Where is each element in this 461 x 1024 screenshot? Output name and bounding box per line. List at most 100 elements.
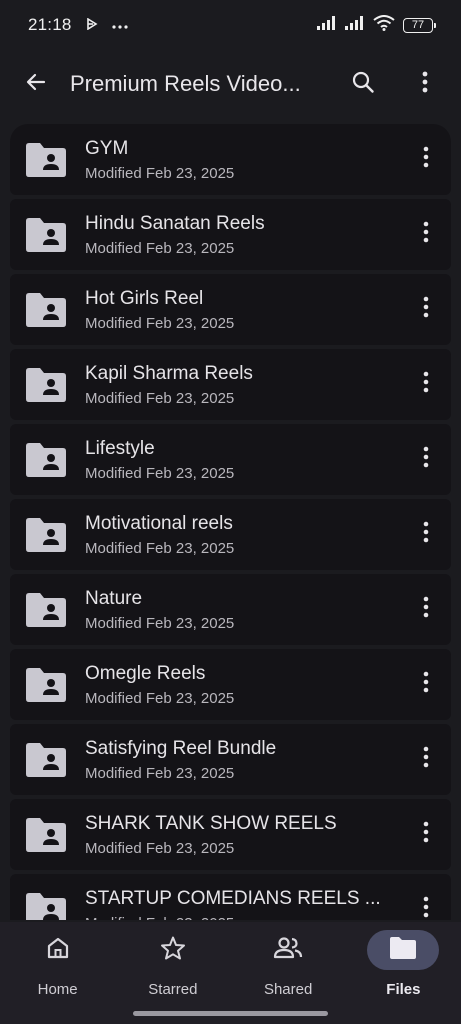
shared-people-icon bbox=[273, 935, 303, 966]
nav-starred[interactable]: Starred bbox=[115, 922, 230, 1024]
more-vert-icon bbox=[423, 146, 429, 173]
battery-icon: 77 bbox=[403, 17, 436, 33]
home-icon bbox=[45, 935, 71, 966]
nav-shared[interactable]: Shared bbox=[231, 922, 346, 1024]
item-more-button[interactable] bbox=[405, 286, 447, 334]
list-item-text: SHARK TANK SHOW REELS Modified Feb 23, 2… bbox=[85, 812, 405, 858]
folder-icon bbox=[389, 936, 417, 965]
shared-folder-icon bbox=[24, 592, 68, 628]
list-item[interactable]: Nature Modified Feb 23, 2025 bbox=[10, 574, 451, 645]
list-item[interactable]: Omegle Reels Modified Feb 23, 2025 bbox=[10, 649, 451, 720]
folder-modified-date: Modified Feb 23, 2025 bbox=[85, 764, 235, 782]
search-icon bbox=[351, 70, 375, 99]
list-item[interactable]: Satisfying Reel Bundle Modified Feb 23, … bbox=[10, 724, 451, 795]
list-item[interactable]: GYM Modified Feb 23, 2025 bbox=[10, 124, 451, 195]
gesture-bar bbox=[133, 1011, 328, 1016]
battery-level: 77 bbox=[411, 19, 425, 31]
shared-folder-icon bbox=[24, 817, 68, 853]
list-item-text: Motivational reels Modified Feb 23, 2025 bbox=[85, 512, 405, 558]
folder-modified-date: Modified Feb 23, 2025 bbox=[85, 389, 235, 407]
more-vert-icon bbox=[422, 71, 428, 98]
list-item-text: Satisfying Reel Bundle Modified Feb 23, … bbox=[85, 737, 405, 783]
app-bar: Premium Reels Video... bbox=[0, 52, 461, 116]
folder-name: Kapil Sharma Reels bbox=[85, 362, 253, 384]
shared-folder-icon bbox=[24, 742, 68, 778]
signal-icon bbox=[345, 15, 365, 35]
wifi-icon bbox=[373, 14, 395, 36]
item-more-button[interactable] bbox=[405, 511, 447, 559]
more-vert-icon bbox=[423, 896, 429, 920]
folder-name: Motivational reels bbox=[85, 512, 233, 534]
more-vert-icon bbox=[423, 746, 429, 773]
folder-name: SHARK TANK SHOW REELS bbox=[85, 812, 337, 834]
more-vert-icon bbox=[423, 371, 429, 398]
play-icon bbox=[86, 15, 98, 35]
shared-folder-icon bbox=[24, 292, 68, 328]
list-item-text: Hot Girls Reel Modified Feb 23, 2025 bbox=[85, 287, 405, 333]
shared-folder-icon bbox=[24, 667, 68, 703]
list-item-text: Hindu Sanatan Reels Modified Feb 23, 202… bbox=[85, 212, 405, 258]
nav-home-label: Home bbox=[37, 981, 78, 998]
folder-name: Hindu Sanatan Reels bbox=[85, 212, 265, 234]
shared-folder-icon bbox=[24, 142, 68, 178]
list-item[interactable]: Hot Girls Reel Modified Feb 23, 2025 bbox=[10, 274, 451, 345]
item-more-button[interactable] bbox=[405, 736, 447, 784]
shared-icon-container bbox=[252, 930, 324, 970]
folder-modified-date: Modified Feb 23, 2025 bbox=[85, 239, 235, 257]
folder-name: GYM bbox=[85, 137, 129, 159]
list-item[interactable]: SHARK TANK SHOW REELS Modified Feb 23, 2… bbox=[10, 799, 451, 870]
star-icon bbox=[160, 935, 186, 966]
more-vert-icon bbox=[423, 596, 429, 623]
more-vert-icon bbox=[423, 446, 429, 473]
bottom-navigation: Home Starred Shared Files bbox=[0, 922, 461, 1024]
nav-files[interactable]: Files bbox=[346, 922, 461, 1024]
more-options-button[interactable] bbox=[401, 60, 449, 108]
folder-modified-date: Modified Feb 23, 2025 bbox=[85, 164, 235, 182]
list-item-text: Nature Modified Feb 23, 2025 bbox=[85, 587, 405, 633]
status-time: 21:18 bbox=[28, 15, 72, 34]
more-vert-icon bbox=[423, 221, 429, 248]
item-more-button[interactable] bbox=[405, 211, 447, 259]
arrow-back-icon bbox=[24, 70, 48, 99]
home-icon-container bbox=[22, 930, 94, 970]
status-bar: 21:18 77 bbox=[0, 0, 461, 50]
back-button[interactable] bbox=[12, 60, 60, 108]
folder-modified-date: Modified Feb 23, 2025 bbox=[85, 839, 235, 857]
folder-modified-date: Modified Feb 23, 2025 bbox=[85, 614, 235, 632]
search-button[interactable] bbox=[339, 60, 387, 108]
folder-name: Lifestyle bbox=[85, 437, 155, 459]
item-more-button[interactable] bbox=[405, 886, 447, 921]
folder-modified-date: Modified Feb 23, 2025 bbox=[85, 314, 235, 332]
more-vert-icon bbox=[423, 821, 429, 848]
nav-shared-label: Shared bbox=[263, 981, 313, 998]
list-item[interactable]: Lifestyle Modified Feb 23, 2025 bbox=[10, 424, 451, 495]
folder-name: Nature bbox=[85, 587, 143, 609]
item-more-button[interactable] bbox=[405, 361, 447, 409]
item-more-button[interactable] bbox=[405, 811, 447, 859]
shared-folder-icon bbox=[24, 367, 68, 403]
item-more-button[interactable] bbox=[405, 661, 447, 709]
shared-folder-icon bbox=[24, 892, 68, 920]
shared-folder-icon bbox=[24, 442, 68, 478]
list-item[interactable]: STARTUP COMEDIANS REELS ... Modified Feb… bbox=[10, 874, 451, 920]
folder-name: Omegle Reels bbox=[85, 662, 206, 684]
item-more-button[interactable] bbox=[405, 586, 447, 634]
item-more-button[interactable] bbox=[405, 136, 447, 184]
list-item[interactable]: Kapil Sharma Reels Modified Feb 23, 2025 bbox=[10, 349, 451, 420]
files-icon-container bbox=[367, 930, 440, 970]
list-item[interactable]: Hindu Sanatan Reels Modified Feb 23, 202… bbox=[10, 199, 451, 270]
folder-modified-date: Modified Feb 23, 2025 bbox=[85, 689, 235, 707]
list-item-text: GYM Modified Feb 23, 2025 bbox=[85, 137, 405, 183]
nav-home[interactable]: Home bbox=[0, 922, 115, 1024]
more-vert-icon bbox=[423, 521, 429, 548]
more-vert-icon bbox=[423, 296, 429, 323]
item-more-button[interactable] bbox=[405, 436, 447, 484]
star-icon-container bbox=[137, 930, 209, 970]
folder-list: GYM Modified Feb 23, 2025 Hindu Sanatan … bbox=[10, 124, 451, 920]
list-item[interactable]: Motivational reels Modified Feb 23, 2025 bbox=[10, 499, 451, 570]
shared-folder-icon bbox=[24, 217, 68, 253]
list-item-text: Lifestyle Modified Feb 23, 2025 bbox=[85, 437, 405, 483]
more-vert-icon bbox=[423, 671, 429, 698]
nav-starred-label: Starred bbox=[148, 981, 198, 998]
list-item-text: Omegle Reels Modified Feb 23, 2025 bbox=[85, 662, 405, 708]
